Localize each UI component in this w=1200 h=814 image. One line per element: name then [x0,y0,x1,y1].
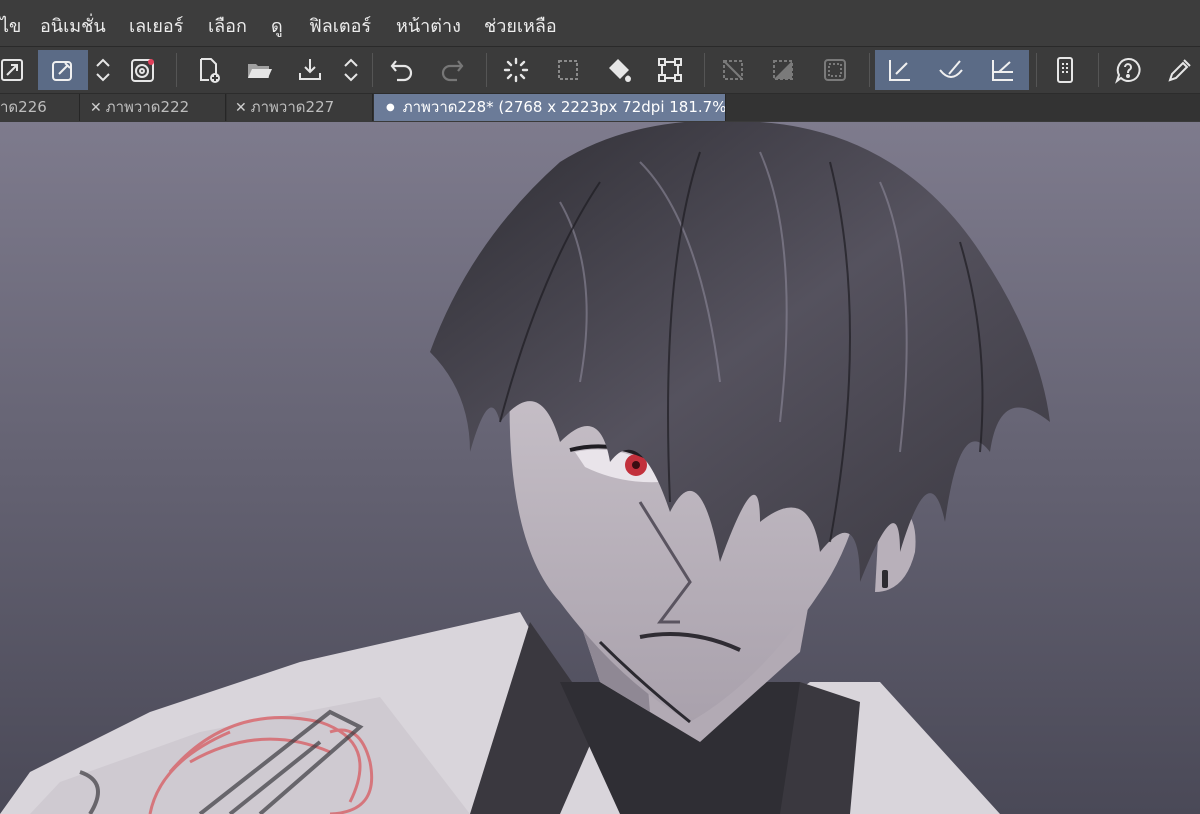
artwork [0,122,1200,814]
fill-bucket-icon[interactable] [599,50,639,90]
eyedropper-icon[interactable] [1160,50,1200,90]
toolbar-divider [869,53,870,87]
tab-label: ภาพวาด228* (2768 x 2223px 72dpi 181.7%) [402,98,726,116]
toolbar-divider [486,53,487,87]
save-download-icon[interactable] [290,50,330,90]
menu-help[interactable]: ช่วยเหลือ [484,0,557,46]
eyedropper-layer-icon[interactable] [38,50,88,90]
tab-document-227[interactable]: ✕ ภาพวาด227 [227,94,373,121]
toolbar-divider [372,53,373,87]
tab-document-222[interactable]: ✕ ภาพวาด222 [80,94,226,121]
resize-icon[interactable] [0,50,32,90]
up-down-chevron-icon[interactable] [92,50,114,90]
toolbar-divider [176,53,177,87]
toolbar-divider [704,53,705,87]
menu-filter[interactable]: ฟิลเตอร์ [309,0,371,46]
tab-document-228-active[interactable]: ● ภาพวาด228* (2768 x 2223px 72dpi 181.7%) [374,94,726,121]
menu-edit[interactable]: ไข [0,0,21,46]
selection-icon[interactable] [548,50,588,90]
clear-selection-icon[interactable] [713,50,753,90]
toolbar [0,47,1200,94]
help-icon[interactable] [1108,50,1148,90]
new-canvas-icon[interactable] [189,50,229,90]
close-icon[interactable]: ✕ [235,100,247,116]
tab-label: าด226 [0,98,47,116]
border-icon[interactable] [815,50,855,90]
document-tab-bar: าด226 ✕ ภาพวาด222 ✕ ภาพวาด227 ● ภาพวาด228* … [0,94,1200,121]
menu-layer[interactable]: เลเยอร์ [129,0,183,46]
menu-bar: ไข อนิเมชั่น เลเยอร์ เลือก ดู ฟิลเตอร์ ห… [0,0,1200,47]
layer-color-icon[interactable] [123,50,163,90]
transform-icon[interactable] [650,50,690,90]
tab-label: ภาพวาด222 [105,98,190,116]
loading-spinner-icon[interactable] [496,50,536,90]
brush-bowl-icon[interactable] [925,50,977,90]
tab-document-226[interactable]: าด226 [0,94,80,121]
ruler-pen-icon[interactable] [875,50,925,90]
modified-dot-icon: ● [386,102,395,113]
menu-window[interactable]: หน้าต่าง [396,0,461,46]
open-folder-icon[interactable] [239,50,279,90]
gradient-icon[interactable] [763,50,803,90]
up-down-chevron-icon[interactable] [340,50,362,90]
ruler-line-icon[interactable] [977,50,1029,90]
device-icon[interactable] [1045,50,1085,90]
menu-select[interactable]: เลือก [208,0,247,46]
menu-view[interactable]: ดู [271,0,283,46]
toolbar-divider [1098,53,1099,87]
undo-icon[interactable] [382,50,422,90]
menu-animation[interactable]: อนิเมชั่น [40,0,106,46]
close-icon[interactable]: ✕ [90,100,102,116]
redo-icon[interactable] [432,50,472,90]
tab-label: ภาพวาด227 [250,98,335,116]
toolbar-divider [1036,53,1037,87]
drawing-canvas[interactable] [0,122,1200,814]
